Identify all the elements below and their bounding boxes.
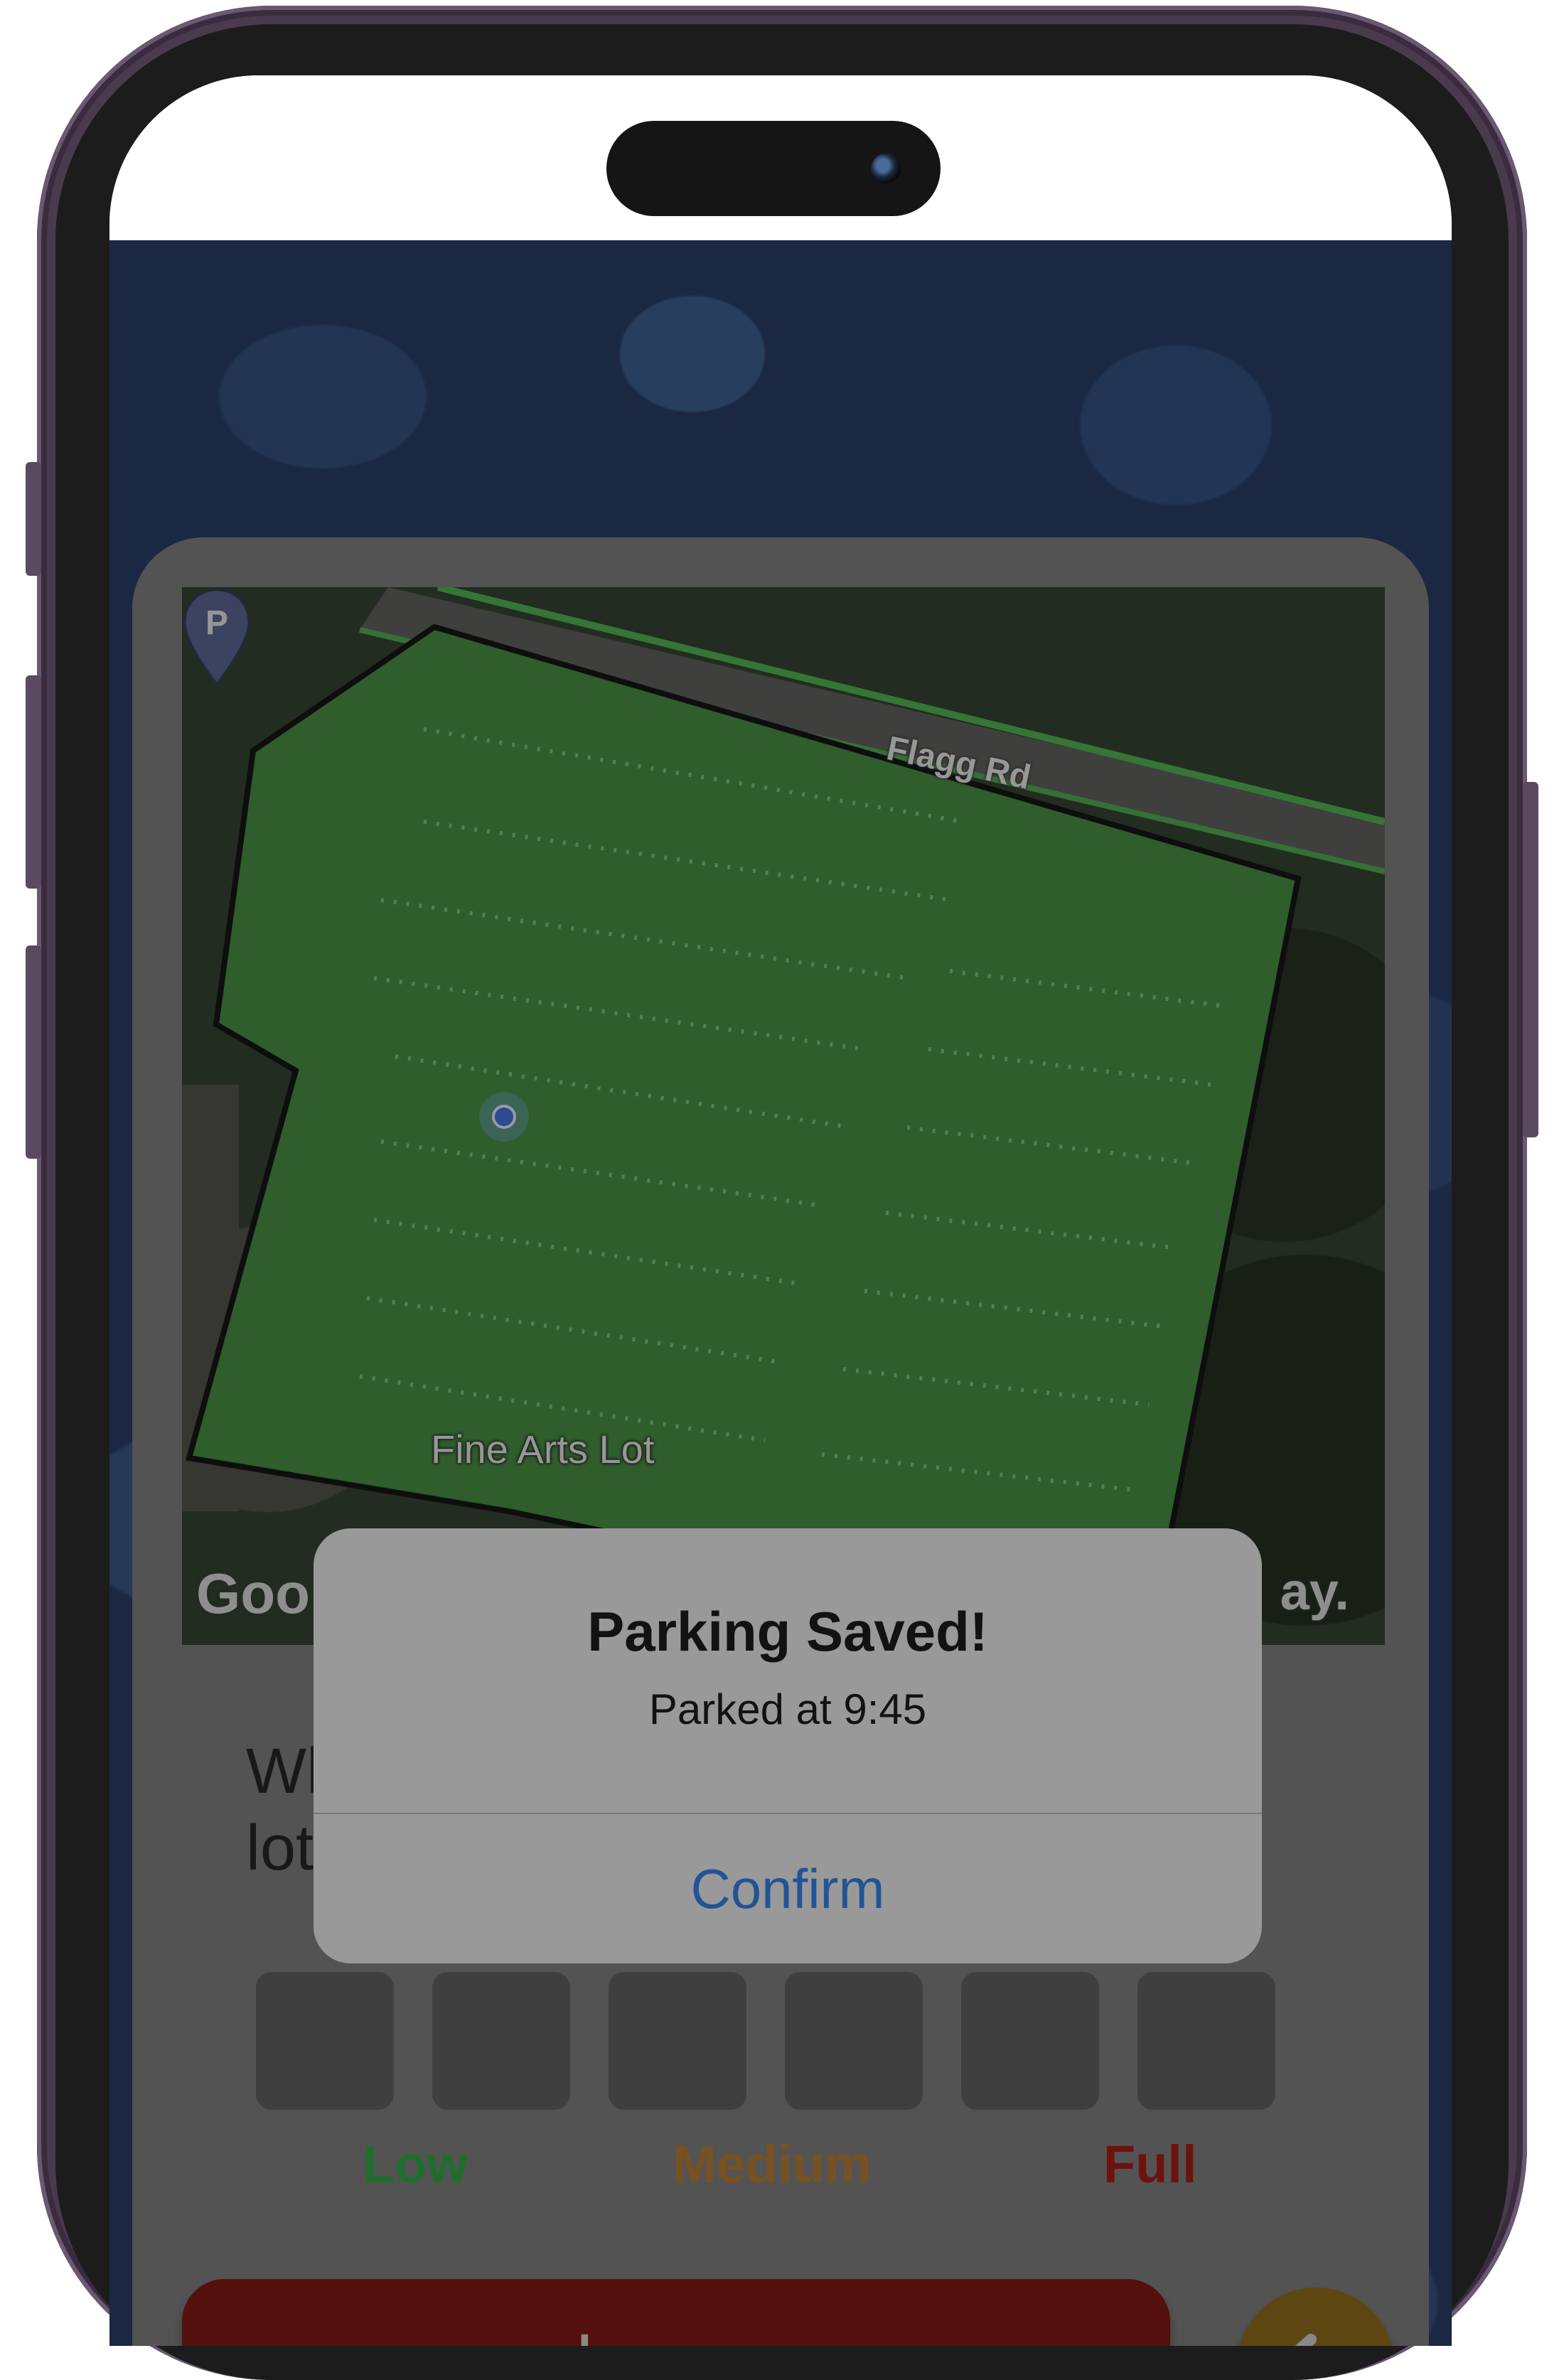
occupancy-level-6[interactable] xyxy=(1137,1972,1275,2110)
leave-button[interactable]: Leave xyxy=(182,2279,1170,2346)
occupancy-level-3[interactable] xyxy=(609,1972,746,2110)
meter-label-full: Full xyxy=(1103,2135,1197,2194)
alert-message: Parked at 9:45 xyxy=(648,1685,927,1733)
lot-label: Fine Arts Lot xyxy=(431,1427,655,1472)
map-view[interactable]: Flagg Rd P Fine Arts Lot Goo ay. xyxy=(182,587,1385,1645)
meter-label-medium: Medium xyxy=(673,2135,872,2194)
alert-title: Parking Saved! xyxy=(587,1600,988,1663)
volume-down-button xyxy=(26,945,41,1159)
occupancy-level-5[interactable] xyxy=(961,1972,1099,2110)
volume-up-button xyxy=(26,675,41,889)
occupancy-question: Wh lot xyxy=(246,1733,1312,1887)
parking-rows xyxy=(359,727,1228,1570)
question-line-1: Wh xyxy=(246,1736,342,1807)
back-button[interactable] xyxy=(1237,2288,1395,2346)
dynamic-island xyxy=(606,121,941,216)
road-label: Flagg Rd xyxy=(883,729,1034,797)
meter-label-low: Low xyxy=(363,2135,468,2194)
app-background: Flagg Rd P Fine Arts Lot Goo ay. Wh lot xyxy=(109,240,1452,2346)
status-bar xyxy=(109,75,1452,240)
parking-pin-icon[interactable]: P xyxy=(182,587,252,687)
road-green-line-2 xyxy=(359,627,1385,874)
map-attribution-left: Goo xyxy=(196,1562,310,1625)
road-green-line xyxy=(436,587,1385,825)
occupancy-level-4[interactable] xyxy=(785,1972,923,2110)
occupancy-level-1[interactable] xyxy=(256,1972,394,2110)
action-button xyxy=(26,462,41,576)
question-line-2: lot xyxy=(246,1813,314,1884)
parking-pin-letter: P xyxy=(205,604,228,642)
parking-card: Flagg Rd P Fine Arts Lot Goo ay. Wh lot xyxy=(132,537,1429,2346)
parking-saved-alert: Parking Saved! Parked at 9:45 Confirm xyxy=(314,1528,1262,1963)
building-area xyxy=(182,1085,239,1511)
phone-screen: Flagg Rd P Fine Arts Lot Goo ay. Wh lot xyxy=(109,75,1452,2346)
undo-arrow-icon xyxy=(1295,2334,1317,2346)
power-button xyxy=(1523,782,1538,1137)
camera-icon xyxy=(871,154,901,183)
occupancy-meter xyxy=(256,1972,1275,2110)
current-location-icon xyxy=(479,1092,529,1142)
road-surface xyxy=(360,587,1385,872)
map-graphics xyxy=(182,587,1385,1645)
occupancy-level-2[interactable] xyxy=(432,1972,570,2110)
lot-boundary xyxy=(185,623,1302,1645)
confirm-button[interactable]: Confirm xyxy=(314,1814,1262,1963)
map-attribution-right: ay. xyxy=(1280,1562,1349,1621)
alert-divider xyxy=(314,1813,1262,1814)
